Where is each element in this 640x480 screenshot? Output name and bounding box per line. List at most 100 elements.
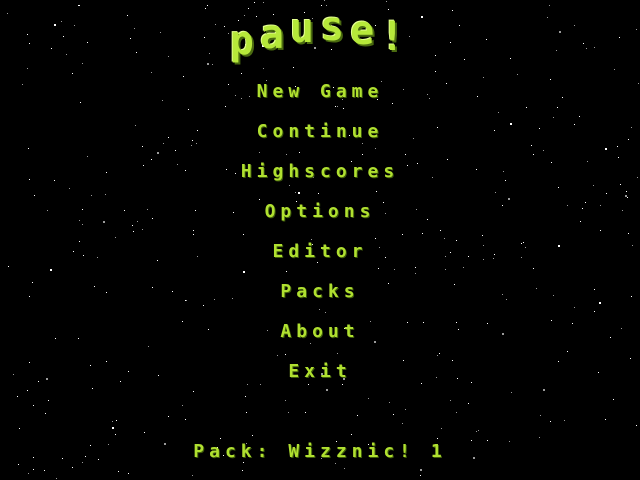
star [415, 267, 416, 268]
star [437, 355, 438, 356]
star [72, 73, 73, 74]
star [375, 238, 376, 239]
star [157, 152, 159, 154]
pack-separator [272, 441, 288, 462]
star [553, 117, 554, 118]
star [540, 415, 541, 416]
star [357, 415, 358, 416]
game-screen: pause! New Game Continue Highscores Opti… [0, 0, 640, 480]
star [368, 398, 369, 399]
star [337, 106, 338, 107]
star [627, 197, 628, 198]
star [263, 2, 264, 3]
star [394, 269, 395, 270]
star [289, 185, 290, 186]
star [343, 108, 344, 109]
star [543, 150, 544, 151]
star [188, 109, 189, 110]
star [285, 400, 286, 401]
star [34, 195, 35, 196]
star [422, 233, 423, 234]
star [511, 392, 512, 393]
star [444, 238, 445, 239]
menu-item-packs[interactable]: Packs [0, 280, 640, 304]
star [564, 420, 565, 421]
star [263, 68, 264, 69]
star [33, 469, 34, 470]
star [27, 68, 28, 69]
star [286, 154, 287, 155]
star [285, 354, 286, 355]
menu-item-new-game[interactable]: New Game [0, 80, 640, 104]
star [618, 157, 619, 158]
star [593, 185, 594, 186]
star [56, 478, 57, 479]
star [600, 230, 601, 231]
star [579, 116, 580, 117]
star [175, 150, 176, 151]
star [605, 148, 607, 150]
star [151, 72, 152, 73]
star [45, 413, 46, 414]
star [183, 76, 184, 77]
star [557, 107, 558, 108]
menu-item-exit[interactable]: Exit [0, 360, 640, 384]
star [193, 230, 194, 231]
star [402, 423, 403, 424]
star [295, 192, 296, 193]
star [605, 419, 606, 420]
star [617, 146, 618, 147]
star [132, 225, 133, 226]
star [344, 468, 345, 469]
star [105, 194, 106, 195]
star [375, 148, 376, 149]
star [92, 388, 93, 389]
star [405, 409, 406, 410]
star [288, 412, 289, 413]
star [286, 271, 287, 272]
star [476, 431, 477, 432]
star [220, 438, 221, 439]
star [543, 389, 545, 391]
star [293, 67, 294, 68]
star [116, 420, 117, 421]
star [91, 195, 92, 196]
star [393, 414, 394, 415]
menu-item-continue[interactable]: Continue [0, 120, 640, 144]
star [440, 230, 441, 231]
menu-item-options[interactable]: Options [0, 200, 640, 224]
star [626, 191, 627, 192]
star [243, 234, 244, 235]
star [630, 358, 631, 359]
star [133, 231, 134, 232]
star [142, 146, 143, 147]
star [115, 237, 116, 238]
star [378, 268, 379, 269]
star [389, 402, 390, 403]
star [463, 267, 464, 268]
star [625, 195, 627, 197]
star [574, 307, 575, 308]
star [242, 470, 243, 471]
menu-item-editor[interactable]: Editor [0, 240, 640, 264]
title-letter: e [350, 8, 381, 54]
star [128, 473, 129, 474]
star [405, 154, 406, 155]
star [335, 106, 336, 107]
star [441, 428, 442, 429]
star [636, 425, 637, 426]
star [245, 396, 246, 397]
star [456, 412, 457, 413]
star [112, 427, 114, 429]
menu-item-about[interactable]: About [0, 320, 640, 344]
star [324, 0, 325, 1]
star [533, 154, 534, 155]
star [28, 148, 29, 149]
star [192, 475, 193, 476]
star [212, 64, 213, 65]
menu-item-highscores[interactable]: Highscores [0, 160, 640, 184]
star [44, 470, 45, 471]
title-letter: s [320, 4, 351, 50]
star [325, 312, 326, 313]
star [483, 77, 484, 78]
